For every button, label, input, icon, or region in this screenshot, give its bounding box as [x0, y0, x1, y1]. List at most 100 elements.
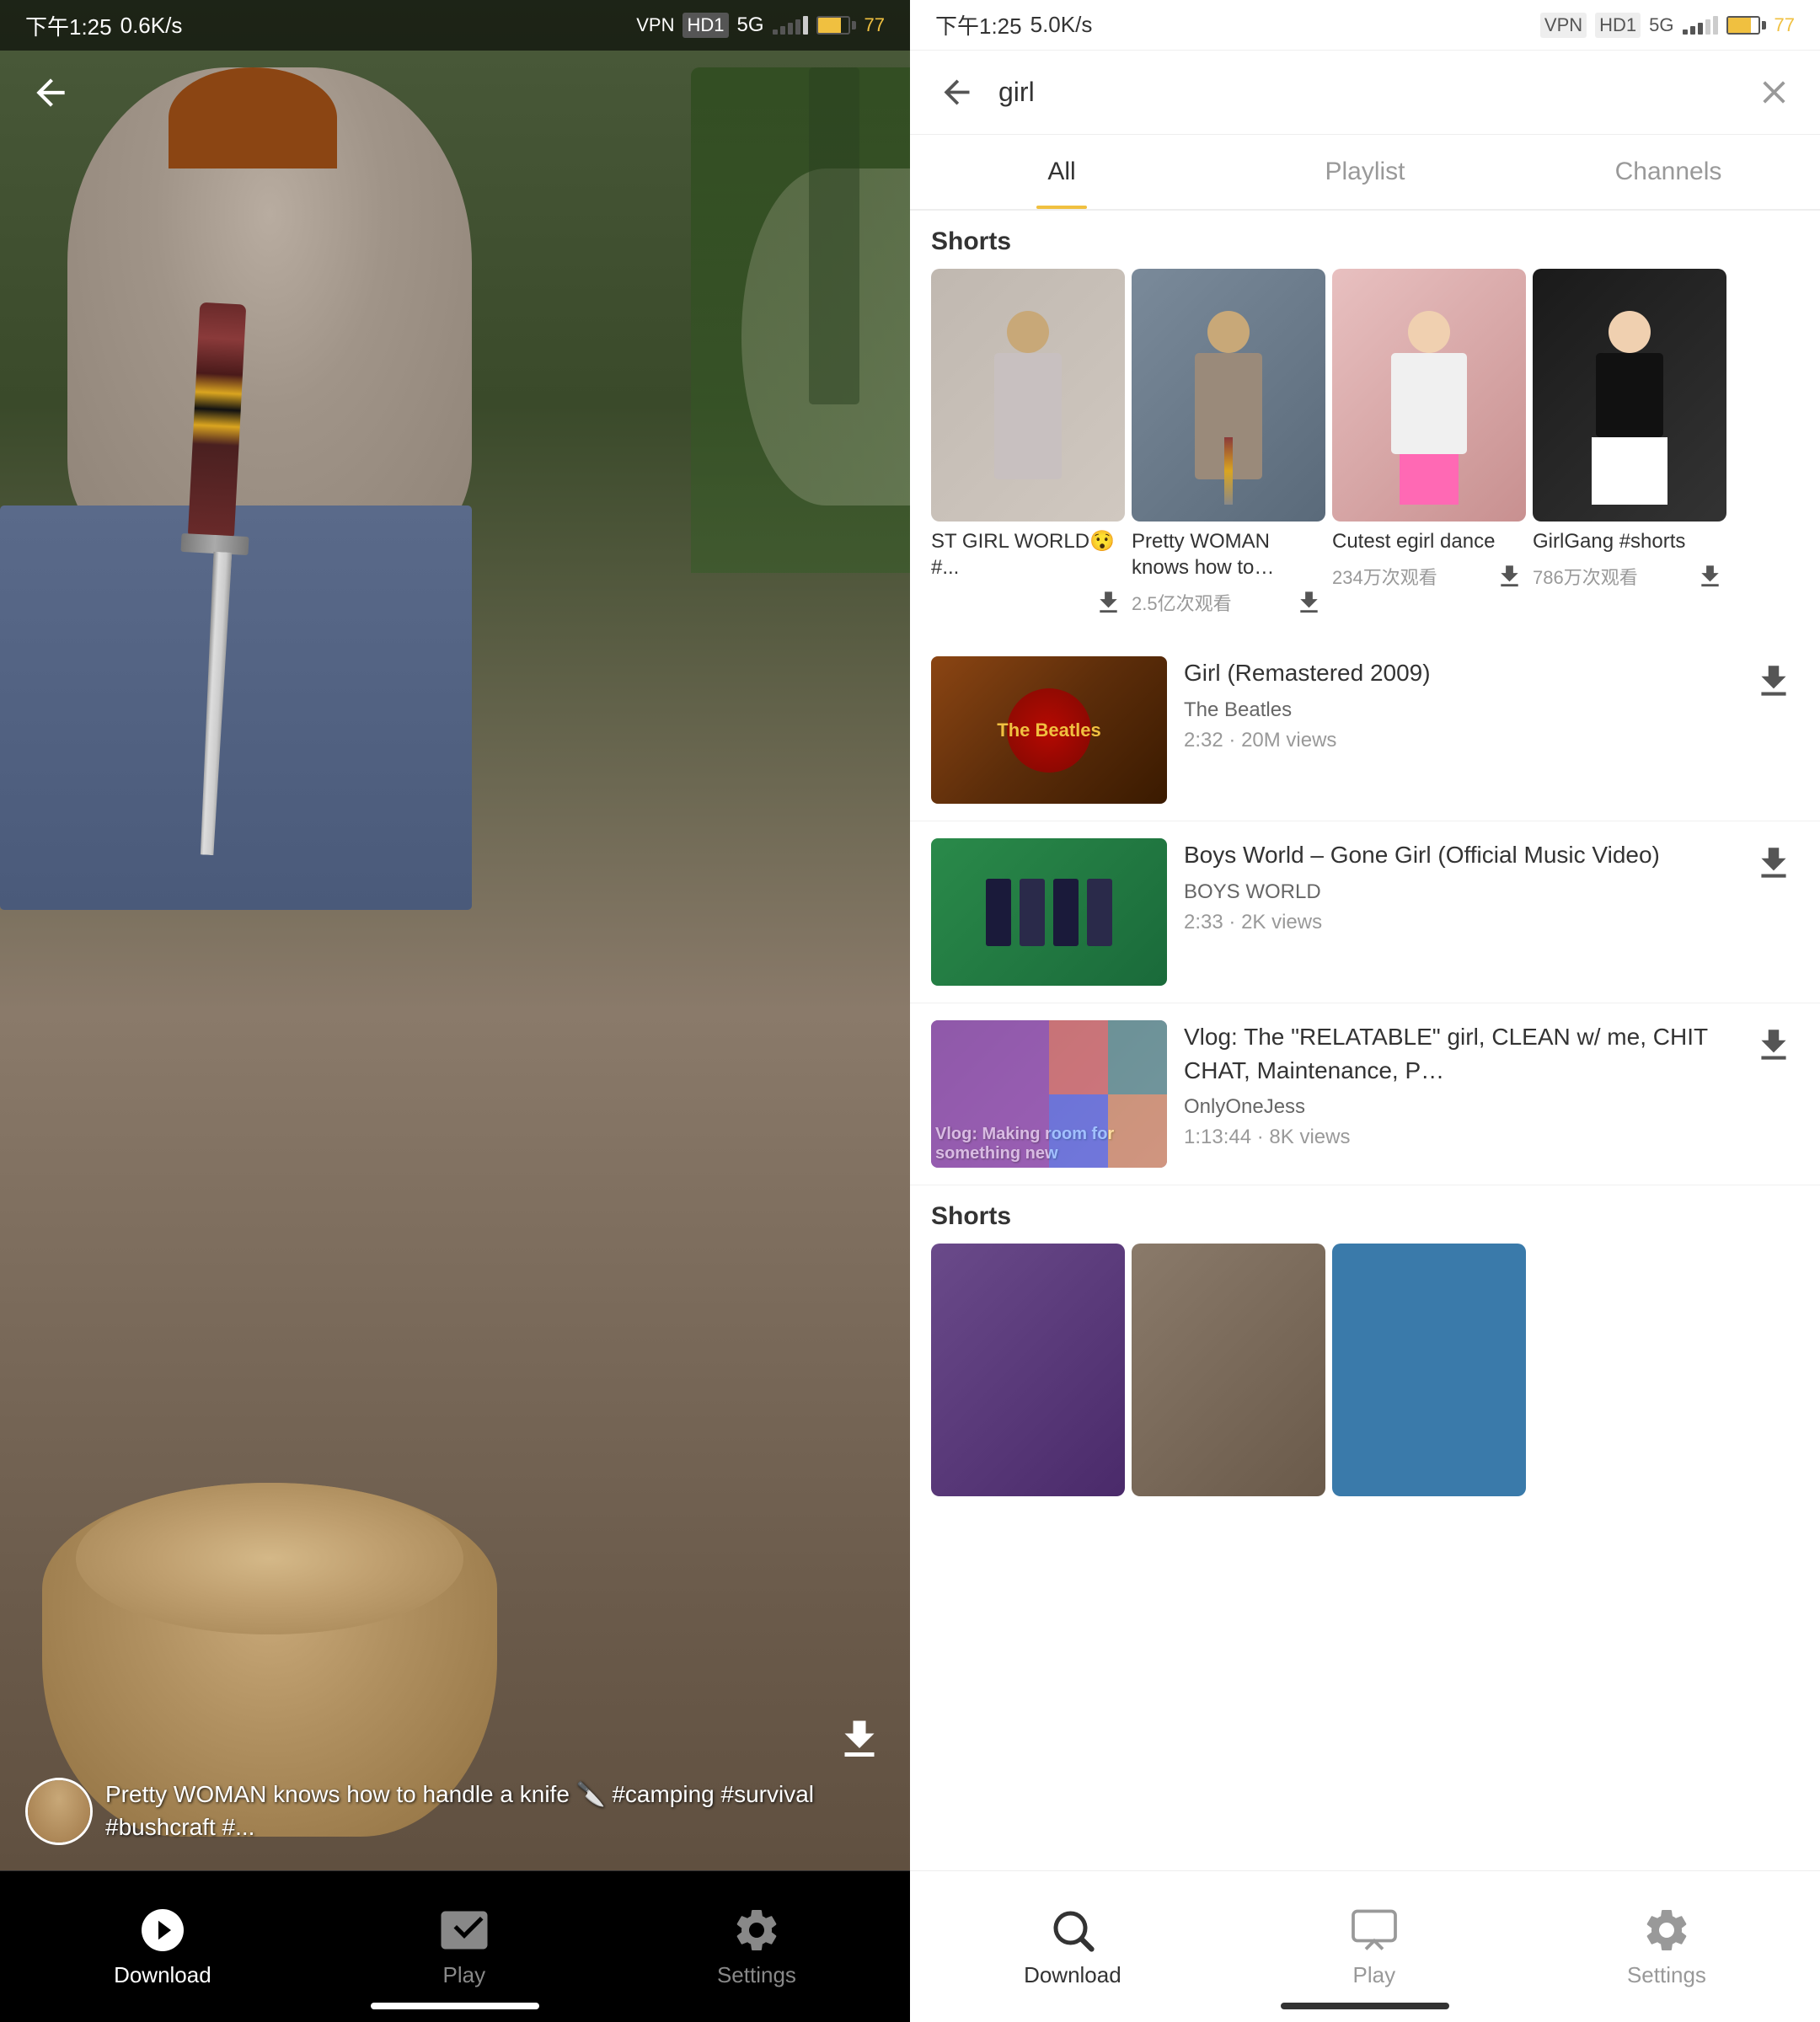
right-nav-settings[interactable]: Settings: [1627, 1905, 1706, 1988]
bar2: [780, 26, 785, 35]
hd-icon: HD1: [682, 13, 728, 38]
tab-all[interactable]: All: [910, 135, 1213, 209]
short-info-2: Cutest egirl dance 234万次观看: [1332, 522, 1526, 596]
video-channel-2: OnlyOneJess: [1184, 1095, 1723, 1119]
video-duration-2: 1:13:44: [1184, 1126, 1251, 1148]
short-info-0: ST GIRL WORLD😯 #...: [931, 522, 1125, 623]
short-download-3[interactable]: [1693, 559, 1726, 593]
short-download-1[interactable]: [1292, 586, 1325, 619]
bar1: [773, 29, 778, 35]
battery-icon: [816, 16, 856, 35]
video-download-icon-2: [1753, 1024, 1795, 1067]
short-meta-2: 234万次观看: [1332, 559, 1526, 593]
right-play-nav-icon: [1349, 1905, 1400, 1955]
short-title-1: Pretty WOMAN knows how to handl…: [1132, 528, 1325, 580]
bar4: [795, 19, 800, 35]
s2-body: [1391, 353, 1467, 454]
beatles-text: The Beatles: [993, 715, 1105, 746]
short-item-3: GirlGang #shorts 786万次观看: [1533, 269, 1726, 623]
search-input[interactable]: [998, 63, 1732, 122]
right-speed: 5.0K/s: [1030, 12, 1093, 38]
video-thumb-2: Vlog: Making room for something new: [931, 1020, 1167, 1168]
beatles-art: The Beatles: [931, 656, 1167, 804]
bar3: [788, 23, 793, 35]
vg1: [1049, 1020, 1108, 1094]
short-views-1: 2.5亿次观看: [1132, 589, 1232, 616]
right-nav-download[interactable]: Download: [1024, 1905, 1121, 1988]
bw-fig4: [1087, 879, 1112, 946]
right-battery-body: [1726, 16, 1760, 35]
bw-fig2: [1020, 879, 1045, 946]
s3-skirt: [1592, 437, 1667, 505]
right-nav-play[interactable]: Play: [1349, 1905, 1400, 1988]
vg2: [1108, 1020, 1167, 1094]
video-download-button-0[interactable]: [1748, 656, 1799, 707]
right-vpn-icon: VPN: [1540, 13, 1587, 38]
search-clear-button[interactable]: [1748, 67, 1799, 118]
right-battery-fill: [1728, 18, 1752, 33]
short-item-1: Pretty WOMAN knows how to handl… 2.5亿次观看: [1132, 269, 1325, 623]
left-nav-download[interactable]: Download: [114, 1905, 211, 1988]
search-back-button[interactable]: [931, 67, 982, 118]
tab-playlist[interactable]: Playlist: [1213, 135, 1517, 209]
tab-all-label: All: [1047, 158, 1075, 186]
short-thumb-1: [1132, 269, 1325, 522]
short-thumb-0: [931, 269, 1125, 522]
video-download-button[interactable]: [834, 1714, 885, 1769]
right-panel: 下午1:25 5.0K/s VPN HD1 5G 77: [910, 0, 1820, 2022]
r-bar4: [1705, 19, 1710, 35]
right-signal-bars: [1683, 16, 1718, 35]
video-meta-2: 1:13:44 · 8K views: [1184, 1126, 1723, 1149]
left-nav-settings-label: Settings: [717, 1962, 796, 1988]
s1-head: [1207, 311, 1250, 353]
left-nav-download-label: Download: [114, 1962, 211, 1988]
s2-skirt: [1400, 454, 1459, 505]
s2-head: [1408, 311, 1450, 353]
video-duration-1: 2:33: [1184, 911, 1223, 933]
video-thumb-0: The Beatles: [931, 656, 1167, 804]
caption-text: Pretty WOMAN knows how to handle a knife…: [105, 1778, 826, 1843]
video-meta-0: 2:32 · 20M views: [1184, 729, 1723, 752]
video-download-button-1[interactable]: [1748, 838, 1799, 889]
video-description: Pretty WOMAN knows how to handle a knife…: [105, 1781, 814, 1840]
short-thumb-2: [1332, 269, 1526, 522]
short-thumb-5: [1132, 1244, 1325, 1496]
right-hd-icon: HD1: [1595, 13, 1641, 38]
video-views-1: 2K views: [1241, 911, 1322, 933]
battery-fill: [818, 18, 842, 33]
right-nav-download-label: Download: [1024, 1962, 1121, 1988]
short-item-4: [931, 1244, 1125, 1496]
left-nav-play[interactable]: Play: [439, 1905, 490, 1988]
video-title-2: Vlog: The "RELATABLE" girl, CLEAN w/ me,…: [1184, 1020, 1723, 1086]
left-back-button[interactable]: [17, 59, 84, 126]
right-status-bar: 下午1:25 5.0K/s VPN HD1 5G 77: [910, 0, 1820, 51]
back-arrow-icon: [29, 72, 72, 114]
video-item-0: The Beatles Girl (Remastered 2009) The B…: [910, 639, 1820, 821]
right-time: 下午1:25: [935, 9, 1022, 40]
short-download-0[interactable]: [1091, 586, 1125, 619]
tab-all-underline: [1036, 206, 1087, 209]
short-item-6: [1332, 1244, 1526, 1496]
shorts-row-2: [910, 1244, 1820, 1505]
left-nav-settings[interactable]: Settings: [717, 1905, 796, 1988]
video-dot-2: ·: [1257, 1126, 1270, 1148]
short-title-3: GirlGang #shorts: [1533, 528, 1726, 554]
video-download-button-2[interactable]: [1748, 1020, 1799, 1071]
short-title-2: Cutest egirl dance: [1332, 528, 1526, 554]
battery-tip: [852, 21, 856, 29]
tab-channels[interactable]: Channels: [1517, 135, 1820, 209]
short-download-2[interactable]: [1492, 559, 1526, 593]
s3-head: [1609, 311, 1651, 353]
shorts-row: ST GIRL WORLD😯 #...: [910, 269, 1820, 639]
s3-body: [1596, 353, 1663, 437]
left-nav-indicator: [371, 2003, 539, 2009]
right-battery-pct: 77: [1774, 14, 1795, 36]
video-title-0: Girl (Remastered 2009): [1184, 656, 1723, 689]
right-settings-nav-icon: [1641, 1905, 1692, 1955]
video-info-0: Girl (Remastered 2009) The Beatles 2:32 …: [1184, 656, 1732, 752]
left-status-icons: VPN HD1 5G 77: [636, 13, 885, 38]
figure-body: [994, 353, 1062, 479]
boysworld-art: [931, 838, 1167, 986]
tabs-bar: All Playlist Channels: [910, 135, 1820, 211]
download-icon: [834, 1714, 885, 1765]
